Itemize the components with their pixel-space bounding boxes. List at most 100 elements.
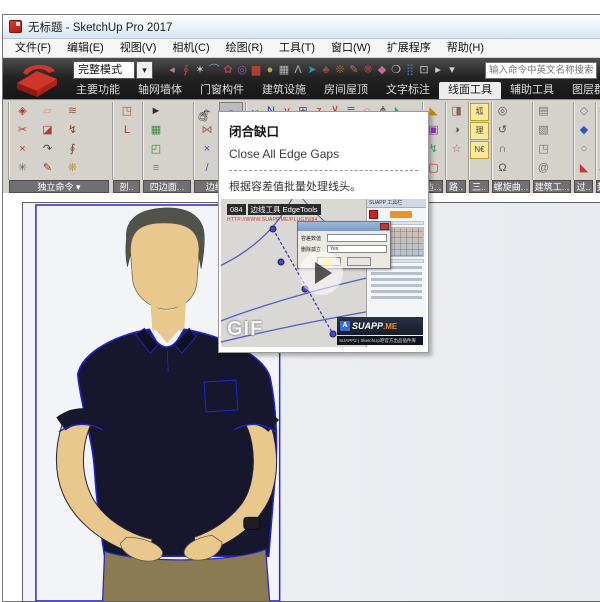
palette-icon-2-0[interactable]: ► <box>144 102 168 121</box>
menu-item-1[interactable]: 编辑(E) <box>59 39 112 57</box>
palette-icon-10-2[interactable]: ○ <box>575 140 593 159</box>
palette-icon-7-1[interactable]: 理 <box>470 122 489 140</box>
menu-item-6[interactable]: 窗口(W) <box>323 39 379 57</box>
menu-item-0[interactable]: 文件(F) <box>7 39 59 57</box>
palette-icon-2-1[interactable]: ▦ <box>144 121 168 140</box>
tab-4[interactable]: 房间屋顶 <box>315 82 377 99</box>
toolbar-icon-17[interactable]: ⣿ <box>403 61 417 79</box>
palette-icon-10-0[interactable]: ◇ <box>575 102 593 121</box>
toolbar-icon-6[interactable]: ▆ <box>249 61 263 79</box>
palette-icon-3-2[interactable]: ⋈ <box>195 121 219 140</box>
palette-icon-1-0[interactable]: ◳ <box>114 102 140 121</box>
palette-group-label-0[interactable]: 独立命令 ▾ <box>9 180 109 193</box>
palette-icon-0-7[interactable]: ↷ <box>35 140 60 159</box>
toolbar-icon-15[interactable]: ◆ <box>375 61 389 79</box>
toolbar-icon-18[interactable]: ⊡ <box>417 61 431 79</box>
palette-icon-0-8[interactable]: ∮ <box>60 140 85 159</box>
toolbar-icon-20[interactable]: ▾ <box>445 61 459 79</box>
toolbar-icon-19[interactable]: ▸ <box>431 61 445 79</box>
toolbar-icon-3[interactable]: ⌒ <box>207 61 221 79</box>
menu-item-5[interactable]: 工具(T) <box>271 39 323 57</box>
palette-icon-0-6[interactable]: × <box>10 140 35 159</box>
palette-icon-6-1[interactable]: ◑ <box>447 121 466 140</box>
command-search-input[interactable] <box>485 62 597 79</box>
palette-group-11: ✻▾○▰ <box>596 102 600 180</box>
chevron-down-icon[interactable]: ▾ <box>136 61 153 79</box>
palette-icon-8-2[interactable]: ∩ <box>493 140 512 159</box>
gif-thumbnail[interactable]: 084 边线工具 EdgeTools HTTP://WWW.SUAPP.ME/P… <box>221 199 426 347</box>
palette-icon-3-6[interactable]: / <box>195 159 219 178</box>
menu-item-2[interactable]: 视图(V) <box>112 39 165 57</box>
menu-item-7[interactable]: 扩展程序 <box>379 39 439 57</box>
palette-icon-9-2[interactable]: ◳ <box>534 140 553 159</box>
toolbar-icon-2[interactable]: ✶ <box>193 61 207 79</box>
palette-icon-0-2[interactable]: ≋ <box>60 102 85 121</box>
toolbar-icon-7[interactable]: ● <box>263 61 277 79</box>
palette-icon-3-4[interactable]: × <box>195 140 219 159</box>
palette-icon-0-10[interactable]: ✎ <box>35 159 60 178</box>
toolbar-icon-14[interactable]: ❋ <box>361 61 375 79</box>
tooltip-title: 闭合缺口 <box>229 121 418 140</box>
tab-0[interactable]: 主要功能 <box>67 82 129 99</box>
palette-icon-2-3[interactable]: ≡ <box>144 159 168 178</box>
palette-icon-7-2[interactable]: N€ <box>470 141 489 159</box>
menubar: 文件(F)编辑(E)视图(V)相机(C)绘图(R)工具(T)窗口(W)扩展程序帮… <box>3 39 600 58</box>
palette-icon-0-1[interactable]: ▱ <box>35 102 60 121</box>
tab-1[interactable]: 轴网墙体 <box>129 82 191 99</box>
palette-icon-2-2[interactable]: ◰ <box>144 140 168 159</box>
palette-icon-10-1[interactable]: ◆ <box>575 121 593 140</box>
palette-group-label-11[interactable]: 封.. <box>596 180 600 193</box>
palette-group-label-6[interactable]: 路.. <box>446 180 466 193</box>
menu-item-4[interactable]: 绘图(R) <box>218 39 271 57</box>
toolbar-icon-12[interactable]: ❊ <box>333 61 347 79</box>
palette-icon-10-3[interactable]: ◣ <box>575 159 593 178</box>
palette-group-label-9[interactable]: 建筑工... <box>533 180 571 193</box>
palette-icon-8-1[interactable]: ↺ <box>493 121 512 140</box>
menu-item-3[interactable]: 相机(C) <box>164 39 217 57</box>
toolbar-icon-9[interactable]: Λ <box>291 61 305 79</box>
toolbar-icon-16[interactable]: ❍ <box>389 61 403 79</box>
palette-group-label-8[interactable]: 螺旋曲... <box>492 180 530 193</box>
palette-icon-0-5[interactable]: ↯ <box>60 121 85 140</box>
palette-group-label-1[interactable]: 剖.. <box>113 180 140 193</box>
palette-group-label-10[interactable]: 过.. <box>574 180 593 193</box>
toolbar-icon-10[interactable]: ➤ <box>305 61 319 79</box>
palette-icon-9-1[interactable]: ▧ <box>534 121 553 140</box>
toolbar-icon-8[interactable]: ▦ <box>277 61 291 79</box>
palette-group-label-7[interactable]: 三.. <box>469 180 489 193</box>
palette-icon-0-3[interactable]: ✂ <box>10 121 35 140</box>
palette-icon-8-3[interactable]: Ω <box>493 159 512 178</box>
toolbar-icon-5[interactable]: ◎ <box>235 61 249 79</box>
palette-icon-6-2[interactable]: ☆ <box>447 140 466 159</box>
menu-item-8[interactable]: 帮助(H) <box>439 39 492 57</box>
window-titlebar[interactable]: 无标题 - SketchUp Pro 2017 <box>3 15 600 39</box>
tab-5[interactable]: 文字标注 <box>377 82 439 99</box>
plugin-panel-title: SUAPP 工具栏 <box>367 199 426 208</box>
palette-icon-6-0[interactable]: ◨ <box>447 102 466 121</box>
palette-icon-9-0[interactable]: ▤ <box>534 102 553 121</box>
tab-6[interactable]: 线面工具 <box>439 82 501 99</box>
tab-2[interactable]: 门窗构件 <box>191 82 253 99</box>
tab-7[interactable]: 辅助工具 <box>501 82 563 99</box>
palette-icon-0-11[interactable]: ❋ <box>60 159 85 178</box>
tab-3[interactable]: 建筑设施 <box>253 82 315 99</box>
tab-8[interactable]: 图层群组 <box>563 82 600 99</box>
toolbar-icon-4[interactable]: ✿ <box>221 61 235 79</box>
palette-icon-0-0[interactable]: ◈ <box>10 102 35 121</box>
palette-icon-1-1[interactable]: L <box>114 121 140 140</box>
palette-icon-9-3[interactable]: @ <box>534 159 553 178</box>
toolbar-icon-13[interactable]: ✎ <box>347 61 361 79</box>
toolbar-icon-11[interactable]: ♣ <box>319 61 333 79</box>
palette-icon-0-9[interactable]: ✳ <box>10 159 35 178</box>
suapp-banner-icon: A <box>340 321 350 331</box>
toolbar-icon-0[interactable]: ◂ <box>165 61 179 79</box>
play-button[interactable] <box>299 251 343 295</box>
palette-icon-0-4[interactable]: ◪ <box>35 121 60 140</box>
mode-dropdown[interactable]: 完整模式 ▾ <box>73 61 153 79</box>
palette-icon-8-0[interactable]: ◎ <box>493 102 512 121</box>
tooltip-subtitle: Close All Edge Gaps <box>229 147 418 161</box>
palette-icon-7-0[interactable]: 坬 <box>470 103 489 121</box>
popup-footer <box>219 347 428 352</box>
toolbar-icon-1[interactable]: ∮ <box>179 61 193 79</box>
palette-group-label-2[interactable]: 四边面... <box>143 180 191 193</box>
